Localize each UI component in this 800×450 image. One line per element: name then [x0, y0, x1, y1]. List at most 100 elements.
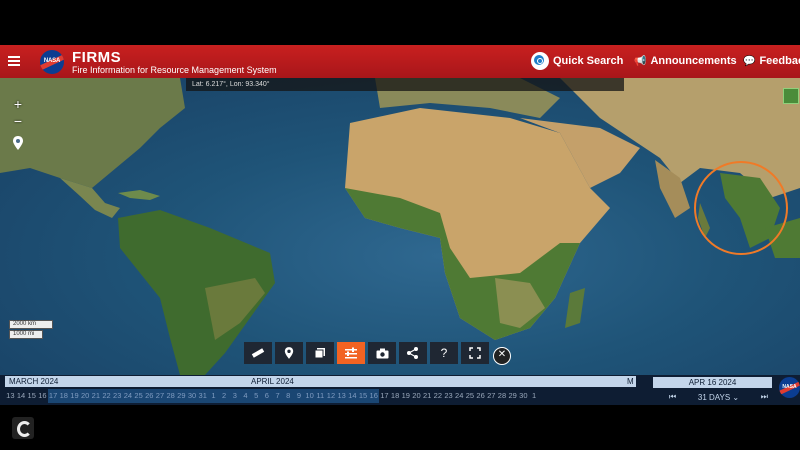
timeline-bar: MARCH 2024 APRIL 2024 M 13 14 15 16 17 18 19 20…: [0, 375, 800, 405]
last-day-icon[interactable]: ⏭: [761, 392, 768, 402]
timeline-day[interactable]: 2: [218, 389, 230, 403]
timeline-day[interactable]: 19: [69, 389, 80, 403]
timeline-day[interactable]: 20: [79, 389, 91, 403]
logo-text: NASA: [43, 58, 61, 64]
timeline-day[interactable]: 27: [486, 389, 497, 403]
world-map[interactable]: [0, 78, 800, 375]
timeline-day[interactable]: 11: [314, 389, 326, 403]
close-icon: ✕: [493, 347, 511, 365]
timeline-day[interactable]: 27: [154, 389, 166, 403]
timeline-day[interactable]: 22: [101, 389, 112, 403]
location-pin-icon[interactable]: [12, 136, 24, 150]
timeline-days[interactable]: MARCH 2024 APRIL 2024 M 13 14 15 16 17 18 19 20…: [5, 376, 636, 405]
coordinates-readout: Lat: 6.217°, Lon: 93.340°: [186, 78, 624, 91]
menu-icon[interactable]: [8, 54, 20, 68]
timeline-day[interactable]: 26: [143, 389, 155, 403]
timeline-day[interactable]: 23: [443, 389, 454, 403]
timeline-day[interactable]: 22: [433, 389, 444, 403]
settings-sliders-icon: [345, 347, 357, 359]
timeline-day[interactable]: 28: [165, 389, 176, 403]
timeline-day[interactable]: 20: [411, 389, 422, 403]
ruler-icon: [251, 348, 265, 358]
scale-km: 2000 km: [9, 320, 53, 329]
timeline-day[interactable]: 12: [325, 389, 337, 403]
timeline-day[interactable]: 24: [454, 389, 465, 403]
timeline-day[interactable]: 17: [379, 389, 390, 403]
app-title: FIRMS: [72, 49, 122, 66]
timeline-day[interactable]: 21: [422, 389, 433, 403]
location-pin-icon: [284, 347, 294, 359]
bottom-letterbox: [0, 405, 800, 450]
fullscreen-button[interactable]: [461, 342, 489, 364]
settings-button[interactable]: [337, 342, 365, 364]
zoom-out-button[interactable]: −: [10, 113, 26, 130]
timeline-day[interactable]: 13: [5, 389, 16, 403]
layers-button[interactable]: [306, 342, 334, 364]
timeline-day[interactable]: 13: [336, 389, 347, 403]
date-selector: APR 16 2024 ⏮ 31 DAYS ⌄ ⏭: [653, 377, 772, 403]
timeline-day[interactable]: 29: [507, 389, 518, 403]
timeline-day[interactable]: 18: [58, 389, 70, 403]
fullscreen-icon: [469, 347, 481, 359]
month-may: M: [626, 376, 636, 387]
timeline-day[interactable]: 10: [304, 389, 315, 403]
quick-search-button[interactable]: Quick Search: [531, 52, 623, 70]
timeline-day[interactable]: 31: [197, 389, 209, 403]
zoom-in-button[interactable]: +: [10, 96, 26, 113]
location-button[interactable]: [275, 342, 303, 364]
selected-date[interactable]: APR 16 2024: [653, 377, 772, 388]
timeline-day[interactable]: 15: [357, 389, 369, 403]
timeline-day[interactable]: 1: [529, 389, 540, 403]
timeline-day[interactable]: 9: [293, 389, 305, 403]
timeline-day[interactable]: 3: [229, 389, 241, 403]
help-button[interactable]: ?: [430, 342, 458, 364]
timeline-day[interactable]: 18: [390, 389, 401, 403]
share-button[interactable]: [399, 342, 427, 364]
ruler-button[interactable]: [244, 342, 272, 364]
range-select[interactable]: 31 DAYS ⌄: [698, 393, 739, 402]
timeline-day[interactable]: 15: [26, 389, 37, 403]
camera-button[interactable]: [368, 342, 396, 364]
timeline-day[interactable]: 5: [250, 389, 262, 403]
timeline-day[interactable]: 4: [240, 389, 251, 403]
timeline-day[interactable]: 25: [133, 389, 144, 403]
timeline-day[interactable]: 14: [16, 389, 27, 403]
quick-search-label: Quick Search: [553, 55, 624, 67]
timeline-day[interactable]: 19: [400, 389, 411, 403]
timeline-day[interactable]: 16: [368, 389, 380, 403]
close-toolbar-button[interactable]: ✕: [492, 342, 512, 365]
timeline-day[interactable]: 26: [475, 389, 486, 403]
help-icon: ?: [440, 346, 448, 360]
timeline-day[interactable]: 7: [272, 389, 283, 403]
timeline-day[interactable]: 8: [282, 389, 294, 403]
first-day-icon[interactable]: ⏮: [669, 392, 676, 402]
app-header: NASA FIRMS Fire Information for Resource…: [0, 45, 800, 78]
timeline-day[interactable]: 29: [176, 389, 187, 403]
recorder-logo-icon: [12, 417, 34, 439]
announcements-button[interactable]: 📢 Announcements: [634, 55, 737, 67]
share-icon: [407, 347, 418, 359]
day-strip[interactable]: 13 14 15 16 17 18 19 20 21 22 23 24 25 26 27 28 29 30 31 1 2…: [5, 389, 539, 403]
timeline-day[interactable]: 30: [186, 389, 198, 403]
timeline-day[interactable]: 21: [90, 389, 102, 403]
timeline-day[interactable]: 24: [122, 389, 134, 403]
camera-icon: [376, 348, 388, 359]
timeline-day[interactable]: 25: [465, 389, 476, 403]
megaphone-icon: 📢: [634, 55, 647, 67]
timeline-day[interactable]: 23: [111, 389, 123, 403]
timeline-day[interactable]: 28: [497, 389, 508, 403]
zoom-controls: + −: [10, 96, 26, 130]
timeline-day[interactable]: 6: [261, 389, 273, 403]
timeline-day[interactable]: 14: [347, 389, 358, 403]
announcements-label: Announcements: [650, 55, 737, 67]
timeline-day[interactable]: 30: [518, 389, 529, 403]
search-icon: [531, 52, 549, 70]
map-toolbar: ? ✕: [244, 342, 512, 365]
scale-mi: 1000 mi: [9, 330, 43, 339]
timeline-day[interactable]: 1: [208, 389, 219, 403]
timeline-day[interactable]: 16: [37, 389, 48, 403]
app-subtitle: Fire Information for Resource Management…: [72, 65, 277, 75]
timeline-day[interactable]: 17: [47, 389, 59, 403]
feedback-button[interactable]: 💬 Feedback: [743, 55, 800, 67]
layers-grid-icon[interactable]: [783, 88, 799, 104]
